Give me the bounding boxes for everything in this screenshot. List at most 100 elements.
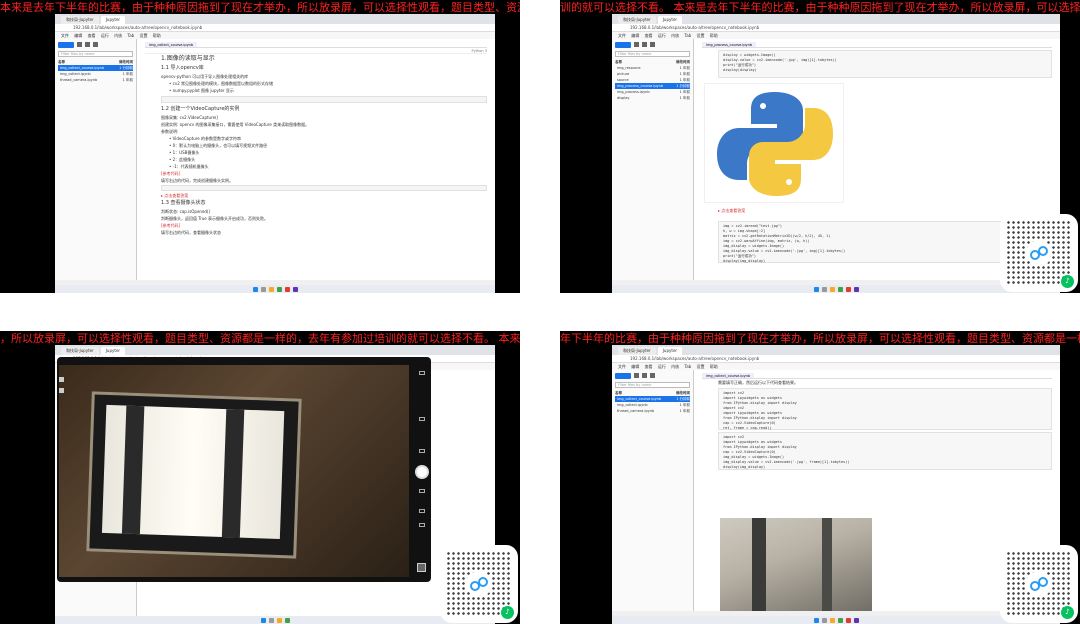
menu-file[interactable]: 文件 <box>618 33 626 38</box>
chevron-up-icon[interactable] <box>419 417 425 421</box>
browser-tab[interactable]: 和技局-Jupyter <box>61 347 99 355</box>
folder-icon[interactable] <box>268 286 274 292</box>
menu-kernel[interactable]: 内核 <box>671 364 679 369</box>
menu-edit[interactable]: 编辑 <box>74 33 82 38</box>
qr-code: ♪ <box>440 545 518 623</box>
file-item[interactable]: thread_camera.ipynb 1 年前 <box>58 77 133 83</box>
refresh-icon[interactable] <box>93 42 98 47</box>
gallery-thumbnail[interactable] <box>417 563 426 572</box>
address-bar[interactable]: 192.168.0.1/lab/workspaces/auto-a/tree/o… <box>612 355 1060 363</box>
answer-toggle[interactable]: ▸ 点击查看答案 <box>161 192 487 199</box>
notebook-tab[interactable]: img_collect_course.ipynb <box>702 373 755 378</box>
paragraph: 参数说明: <box>161 129 179 134</box>
bullet: • 0：默认为电脑上的摄像头，也可以填写视频文件路径 <box>169 143 268 148</box>
browser-tab[interactable]: Jupyter <box>100 16 126 24</box>
app-icon[interactable] <box>284 286 290 292</box>
notebook-tab[interactable]: img_collect_course.ipynb <box>145 42 198 47</box>
code-cell[interactable]: import cv2 import ipywidgets as widgets … <box>718 432 1052 470</box>
code-cell[interactable]: import cv2 import ipywidgets as widgets … <box>718 388 1052 430</box>
code-cell[interactable] <box>161 185 487 191</box>
menu-file[interactable]: 文件 <box>618 364 626 369</box>
new-folder-icon[interactable] <box>634 42 639 47</box>
code-cell[interactable]: display = widgets.Image() display.value … <box>718 50 1052 78</box>
address-bar[interactable]: 192.168.0.1/lab/workspaces/auto-a/tree/o… <box>612 24 1060 32</box>
app-icon[interactable] <box>292 286 298 292</box>
refresh-icon[interactable] <box>650 42 655 47</box>
menu-tab[interactable]: Tab <box>684 364 691 369</box>
menu-run[interactable]: 运行 <box>101 33 109 38</box>
menu-help[interactable]: 帮助 <box>710 33 718 38</box>
browser-icon[interactable] <box>284 617 290 623</box>
browser-tab[interactable]: Jupyter <box>100 347 126 355</box>
search-icon[interactable] <box>268 617 274 623</box>
code-cell[interactable] <box>161 96 487 103</box>
file-browser: Filter files by name 名称 修改时间 img_collect… <box>55 39 137 285</box>
browser-icon[interactable] <box>276 286 282 292</box>
upload-icon[interactable] <box>642 42 647 47</box>
file-filter-input[interactable]: Filter files by name <box>615 382 690 388</box>
start-icon[interactable] <box>813 286 819 292</box>
menu-settings[interactable]: 设置 <box>696 364 704 369</box>
menu-run[interactable]: 运行 <box>658 364 666 369</box>
new-launcher-button[interactable] <box>615 372 631 379</box>
document-icon[interactable] <box>419 489 425 493</box>
refresh-icon[interactable] <box>650 373 655 378</box>
answer-toggle[interactable]: ▸ 点击查看答案 <box>718 207 745 214</box>
start-icon[interactable] <box>813 617 819 623</box>
menu-file[interactable]: 文件 <box>61 33 69 38</box>
search-icon[interactable] <box>821 617 827 623</box>
browser-tab[interactable]: 和技局-Jupyter <box>618 16 656 24</box>
address-bar[interactable]: 192.168.0.1/lab/workspaces/auto-a/tree/o… <box>55 24 495 32</box>
shutter-button[interactable] <box>415 465 429 479</box>
new-launcher-button[interactable] <box>615 41 631 48</box>
new-folder-icon[interactable] <box>77 42 82 47</box>
search-icon[interactable] <box>260 286 266 292</box>
app-icon[interactable] <box>845 617 851 623</box>
folder-icon[interactable] <box>829 286 835 292</box>
search-icon[interactable] <box>821 286 827 292</box>
menu-help[interactable]: 帮助 <box>710 364 718 369</box>
browser-tab[interactable]: 和技局-Jupyter <box>618 347 656 355</box>
flash-icon[interactable] <box>419 371 425 375</box>
menu-kernel[interactable]: 内核 <box>671 33 679 38</box>
chevron-down-icon[interactable] <box>419 523 425 527</box>
browser-tab[interactable]: Jupyter <box>657 347 683 355</box>
new-launcher-button[interactable] <box>58 41 74 48</box>
menu-view[interactable]: 查看 <box>645 364 653 369</box>
browser-icon[interactable] <box>837 286 843 292</box>
new-folder-icon[interactable] <box>634 373 639 378</box>
file-filter-input[interactable]: Filter files by name <box>615 51 690 57</box>
upload-icon[interactable] <box>85 42 90 47</box>
menu-help[interactable]: 帮助 <box>153 33 161 38</box>
browser-tab[interactable]: Jupyter <box>657 16 683 24</box>
menu-settings[interactable]: 设置 <box>139 33 147 38</box>
folder-item[interactable]: display 1 年前 <box>615 95 690 101</box>
app-icon[interactable] <box>853 617 859 623</box>
camera-mode-icon[interactable] <box>59 377 64 382</box>
notebook-tab[interactable]: img_process_course.ipynb <box>702 42 757 47</box>
windows-taskbar <box>612 616 1060 624</box>
browser-tab[interactable]: 和技局-Jupyter <box>61 16 99 24</box>
menu-kernel[interactable]: 内核 <box>114 33 122 38</box>
menu-view[interactable]: 查看 <box>88 33 96 38</box>
menu-tab[interactable]: Tab <box>127 33 134 38</box>
menu-settings[interactable]: 设置 <box>696 33 704 38</box>
menu-edit[interactable]: 编辑 <box>631 33 639 38</box>
tv-icon[interactable] <box>419 509 425 513</box>
app-icon[interactable] <box>853 286 859 292</box>
browser-icon[interactable] <box>837 617 843 623</box>
upload-icon[interactable] <box>642 373 647 378</box>
menu-view[interactable]: 查看 <box>645 33 653 38</box>
folder-icon[interactable] <box>829 617 835 623</box>
folder-icon[interactable] <box>276 617 282 623</box>
file-filter-input[interactable]: Filter files by name <box>58 51 133 57</box>
menu-run[interactable]: 运行 <box>658 33 666 38</box>
menu-edit[interactable]: 编辑 <box>631 364 639 369</box>
menu-tab[interactable]: Tab <box>684 33 691 38</box>
app-icon[interactable] <box>845 286 851 292</box>
file-item[interactable]: thread_camera.ipynb 1 年前 <box>615 408 690 414</box>
camera-settings-icon[interactable] <box>59 388 64 393</box>
start-icon[interactable] <box>260 617 266 623</box>
start-icon[interactable] <box>252 286 258 292</box>
code-cell[interactable]: img = cv2.imread("test.jpg") h, w = img.… <box>718 221 1018 263</box>
